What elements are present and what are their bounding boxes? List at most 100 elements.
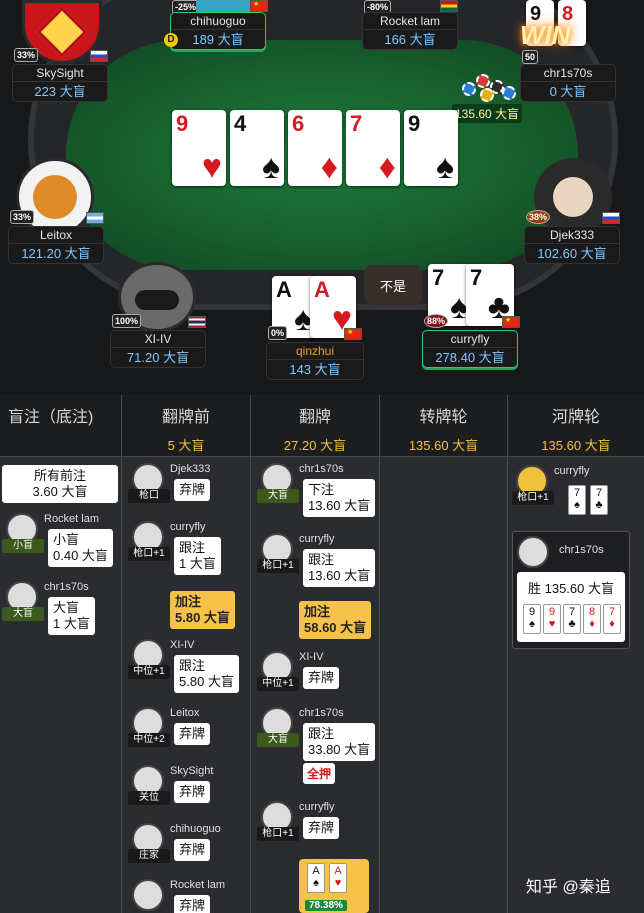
action-label: 弃牌 [179,726,206,741]
position-badge: 大盲 [257,733,299,747]
flag-icon-thailand [188,316,206,328]
action-player-name: Leitox [170,707,200,719]
action-label: 加注 [304,604,331,619]
action-amount: 1 大盲 [179,556,216,571]
col-pot: 5 大盲 [167,438,205,453]
action-label: 跟注 [308,726,335,741]
flag-icon-ghana [440,0,458,12]
river-action-curryfly: 枪口+1 curryfly 7 ♠ 7 ♣ [512,465,640,525]
action-box: 弃牌 [303,667,340,689]
action-label: 弃牌 [179,898,206,913]
action-player-name: chihuoguo [170,823,221,835]
action-player-name: curryfly [299,533,335,545]
action-row: 枪口+1 curryfly 跟注 1 大盲 [128,521,248,577]
player-name: qinzhui [267,343,363,360]
nameplate-chihuoguo[interactable]: chihuoguo 189 大盲 [170,12,266,50]
flag-icon-russia [602,212,620,224]
card-rank: 9 [408,111,421,136]
position-badge: 枪口+1 [257,559,299,573]
action-label: 下注 [308,482,335,497]
action-row: 中位+2 Leitox 弃牌 [128,707,248,763]
action-row: 枪口+1 curryfly 跟注 13.60 大盲 [257,533,377,589]
action-player-name: XI-IV [170,639,195,651]
nameplate-leitox[interactable]: Leitox 121.20 大盲 [8,226,104,264]
card-rank: 9 [176,111,189,136]
board-card: 9 ♠ [404,110,458,186]
action-amount: 58.60 大盲 [304,620,367,635]
action-amount: 1 大盲 [53,616,90,631]
dealer-button: D [164,33,178,47]
col-pot: 27.20 大盲 [283,438,347,453]
position-badge: 大盲 [257,489,299,503]
action-player-name: XI-IV [299,651,324,663]
action-box: 跟注 13.60 大盲 [303,549,376,587]
action-amount: 13.60 大盲 [308,498,371,513]
action-box: 弃牌 [174,781,211,803]
action-amount: 5.80 大盲 [179,674,234,689]
win-label: WIN [520,20,571,50]
action-amount: 5.80 大盲 [175,610,230,625]
avatar-djek333[interactable] [534,158,612,236]
action-box: 弃牌 [174,479,211,501]
nameplate-rocketlam[interactable]: Rocket lam 166 大盲 [362,12,458,50]
nameplate-chr1s70s[interactable]: chr1s70s 0 大盲 [520,64,616,102]
pot-amount: 135.60 大盲 [452,104,523,123]
card-rank: A [314,277,330,302]
position-badge: 枪口+1 [257,827,299,841]
equity-value: 78.38% [305,900,347,911]
col-title: 河牌轮 [551,409,600,426]
pot-chips [458,70,518,106]
card-rank: 4 [234,111,247,136]
action-label: 跟注 [179,540,206,555]
action-label: 大盲 [53,600,80,615]
player-stack: 0 大盲 [549,84,587,99]
avatar-chihuoguo[interactable] [196,0,250,12]
nameplate-curryfly[interactable]: curryfly 278.40 大盲 [422,330,518,368]
flag-icon-argentina [86,212,104,224]
action-player-name: chr1s70s [299,463,344,475]
pct-badge-qinzhui: 0% [268,326,288,340]
avatar [132,879,164,911]
card-suit: ♥ [201,148,222,186]
nameplate-qinzhui[interactable]: qinzhui 143 大盲 [266,342,364,380]
action-row: 大盲 chr1s70s 跟注 33.80 大盲 全押 [257,707,377,784]
card-suit: ♦ [378,148,396,186]
action-player-name: curryfly [554,465,590,477]
action-box: 弃牌 [174,895,211,913]
action-label: 弃牌 [179,784,206,799]
action-box: 跟注 33.80 大盲 [303,723,376,761]
action-player-name: chr1s70s [299,707,344,719]
pct-badge-chr1s70s: 50 [522,50,539,64]
action-player-name: Rocket lam [170,879,226,891]
action-box: 小盲 0.40 大盲 [48,529,113,567]
action-box: 弃牌 [174,723,211,745]
col-preflop: 翻牌前 5 大盲 枪口 Djek333 弃牌 枪口+1 curryfly 跟注 1 大盲 加注… [122,395,251,913]
winner-box: chr1s70s 胜 135.60 大盲 9 ♠ 9 ♥ 7 ♣ 8 ♦ 7 ♦ [512,531,630,649]
player-name: Djek333 [525,227,619,244]
action-amount: 33.80 大盲 [308,742,371,757]
col-pot: 135.60 大盲 [408,438,479,453]
position-badge: 枪口+1 [512,491,554,505]
pct-badge-curryfly: 88% [424,314,449,328]
col-header: 河牌轮 135.60 大盲 [508,395,644,457]
shown-card: 7 ♣ [590,485,608,515]
action-row: 关位 SkySight 弃牌 [128,765,248,821]
player-stack: 143 大盲 [289,362,341,377]
action-label: 小盲 [53,532,80,547]
board-card: 7 ♦ [346,110,400,186]
action-label: 跟注 [179,658,206,673]
action-row: 大盲 chr1s70s 下注 13.60 大盲 [257,463,377,519]
col-title: 翻牌 [298,409,331,426]
avatar-leitox[interactable] [16,158,94,236]
nameplate-xiiv[interactable]: XI-IV 71.20 大盲 [110,330,206,368]
action-player-name: curryfly [299,801,335,813]
player-name: XI-IV [111,331,205,348]
position-badge: 中位+2 [128,733,170,747]
card-suit: ♠ [261,148,280,186]
action-box: 大盲 1 大盲 [48,597,95,635]
action-label: 弃牌 [308,670,335,685]
board-card: 4 ♠ [230,110,284,186]
nameplate-djek333[interactable]: Djek333 102.60 大盲 [524,226,620,264]
nameplate-skysight[interactable]: SkySight 223 大盲 [12,64,108,102]
player-stack: 278.40 大盲 [435,350,505,365]
